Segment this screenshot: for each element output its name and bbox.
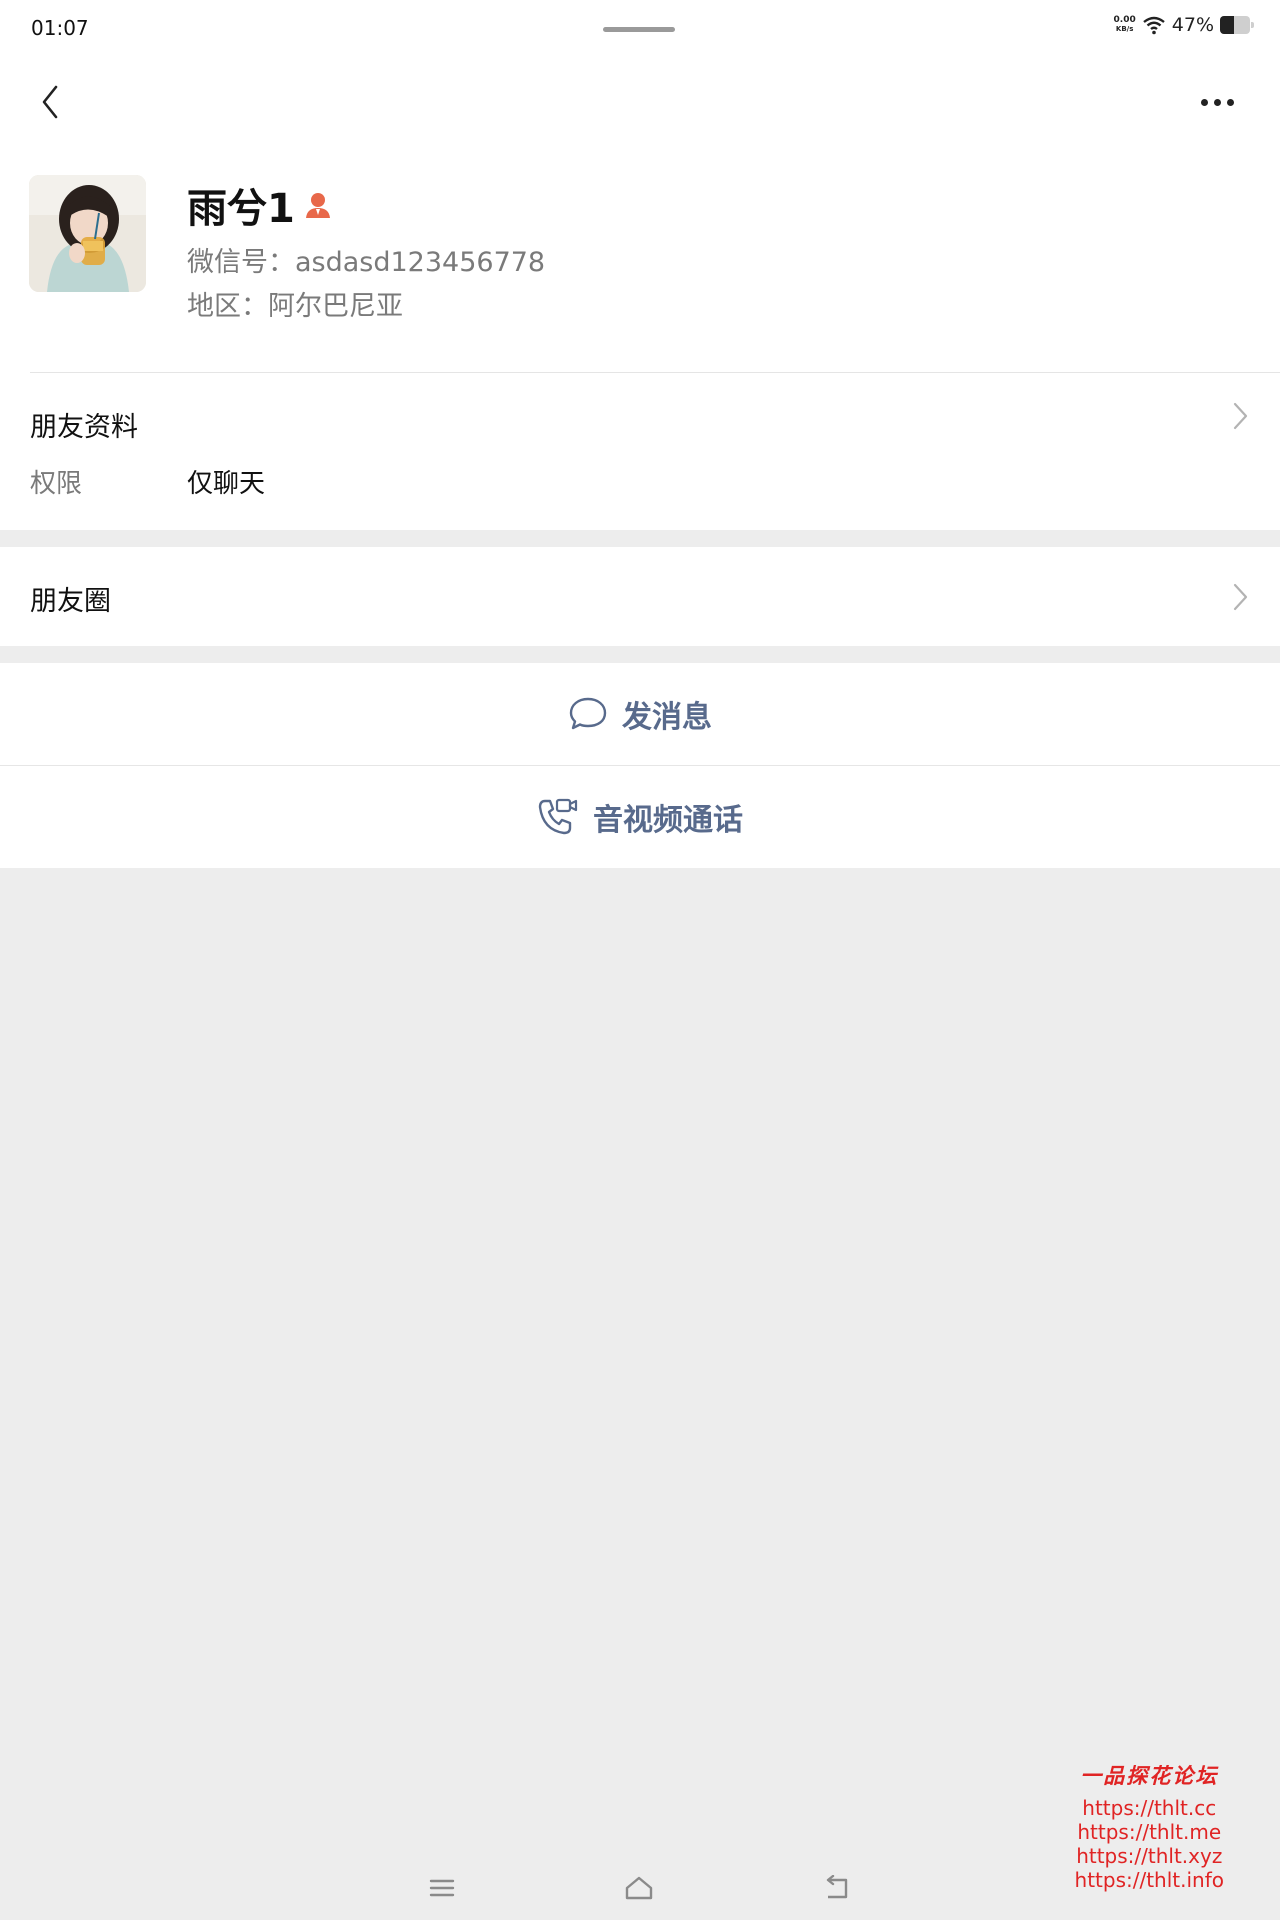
return-icon <box>826 1875 848 1899</box>
wifi-icon <box>1143 16 1165 35</box>
permission-value: 仅聊天 <box>187 469 266 499</box>
nav-bar <box>0 60 1280 144</box>
send-message-button[interactable]: 发消息 <box>0 663 1280 765</box>
watermark-url: https://thlt.cc <box>1082 1796 1217 1820</box>
av-call-button[interactable]: 音视频通话 <box>0 766 1280 868</box>
wechat-id: 微信号：asdasd123456778 <box>187 247 546 278</box>
friend-info-title: 朋友资料 <box>30 412 138 443</box>
system-nav-bar <box>0 1860 1280 1920</box>
more-dots-icon <box>1213 98 1221 106</box>
send-message-label: 发消息 <box>622 700 712 735</box>
phone-video-icon <box>538 798 578 835</box>
battery-percent: 47% <box>1171 14 1214 36</box>
avatar[interactable] <box>29 175 146 292</box>
home-button[interactable] <box>619 1868 659 1908</box>
profile-name-row: 雨兮1 <box>187 176 333 234</box>
network-speed: 0.00 KB/s <box>1114 16 1136 34</box>
friend-info-row[interactable]: 朋友资料 权限 仅聊天 <box>0 373 1280 530</box>
drag-handle[interactable] <box>603 27 675 32</box>
battery-tip <box>1251 22 1254 28</box>
chevron-right-icon <box>1233 583 1248 611</box>
region: 地区：阿尔巴尼亚 <box>187 291 403 322</box>
profile-card: 雨兮1 微信号：asdasd123456778 地区：阿尔巴尼亚 <box>0 144 1280 373</box>
chat-bubble-icon <box>569 697 607 730</box>
profile-name: 雨兮1 <box>187 186 295 232</box>
moments-row[interactable]: 朋友圈 <box>0 547 1280 646</box>
back-nav-button[interactable] <box>818 1868 858 1908</box>
home-icon <box>625 1876 653 1900</box>
status-time: 01:07 <box>31 16 89 40</box>
status-bar: 01:07 0.00 KB/s 47% <box>0 0 1280 60</box>
chevron-right-icon <box>1233 402 1248 430</box>
moments-title: 朋友圈 <box>30 586 111 617</box>
watermark-url: https://thlt.me <box>1077 1820 1222 1844</box>
avatar-image <box>29 175 146 292</box>
more-dots-icon <box>1200 98 1208 106</box>
permission-label: 权限 <box>30 469 83 499</box>
watermark-title: 一品探花论坛 <box>1080 1763 1219 1788</box>
battery-fill <box>1220 16 1235 34</box>
network-speed-unit: KB/s <box>1115 25 1134 33</box>
back-button[interactable] <box>30 82 70 122</box>
av-call-label: 音视频通话 <box>593 803 743 838</box>
battery-icon <box>1220 16 1254 34</box>
status-indicators: 0.00 KB/s 47% <box>1114 14 1254 36</box>
chevron-left-icon <box>42 85 58 119</box>
person-badge-icon <box>305 193 330 218</box>
network-speed-value: 0.00 <box>1113 15 1136 25</box>
menu-button[interactable] <box>422 1868 462 1908</box>
menu-icon <box>429 1879 455 1897</box>
more-dots-icon <box>1226 98 1234 106</box>
more-button[interactable] <box>1192 82 1242 122</box>
